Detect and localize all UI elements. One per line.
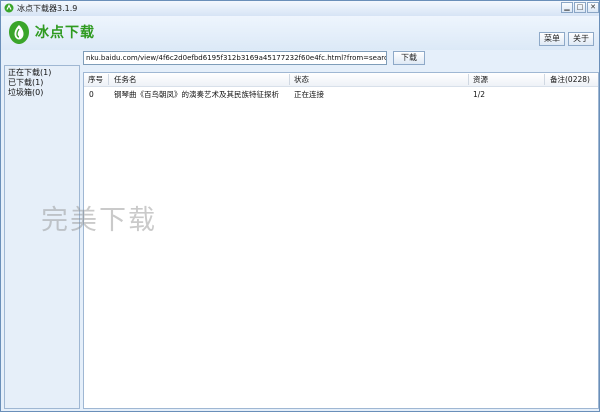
row-index: 0: [89, 90, 94, 99]
watermark: 完美下载: [41, 205, 157, 236]
maximize-button[interactable]: □: [574, 2, 586, 13]
row-resource: 1/2: [473, 90, 486, 99]
column-header-note[interactable]: 备注(0228): [550, 75, 590, 84]
download-button[interactable]: 下载: [393, 51, 425, 65]
brand-name: 冰点下载: [35, 25, 95, 41]
title-bar[interactable]: 冰点下载器3.1.9 ▁ □ ✕: [1, 1, 599, 17]
column-divider: [108, 74, 109, 85]
row-status: 正在连接: [294, 90, 324, 99]
column-header-resource[interactable]: 资源: [473, 75, 488, 84]
close-button[interactable]: ✕: [587, 2, 599, 13]
column-divider: [468, 74, 469, 85]
sidebar-item-downloaded[interactable]: 已下载(1): [8, 78, 43, 88]
app-window: 冰点下载器3.1.9 ▁ □ ✕ 冰点下载 菜单 关于 nku.baidu.co…: [0, 0, 600, 412]
table-header: 序号 任务名 状态 资源 备注(0228): [84, 73, 598, 87]
close-icon: ✕: [590, 3, 596, 11]
sidebar-item-downloading[interactable]: 正在下载(1): [8, 68, 51, 78]
sidebar-item-trash[interactable]: 垃圾箱(0): [8, 88, 43, 98]
url-input[interactable]: nku.baidu.com/view/4f6c2d0efbd6195f312b3…: [83, 51, 387, 65]
row-task-name: 钢琴曲《百鸟朝凤》的演奏艺术及其民族特征探析: [114, 90, 279, 99]
column-divider: [289, 74, 290, 85]
header-bar: 冰点下载 菜单 关于: [1, 16, 599, 50]
minimize-button[interactable]: ▁: [561, 2, 573, 13]
column-divider: [544, 74, 545, 85]
minimize-icon: ▁: [564, 3, 570, 11]
app-logo-icon: [4, 3, 14, 13]
column-header-task[interactable]: 任务名: [114, 75, 137, 84]
brand-logo-icon: [9, 21, 29, 44]
about-button[interactable]: 关于: [568, 32, 594, 46]
column-header-status[interactable]: 状态: [294, 75, 309, 84]
maximize-icon: □: [576, 3, 584, 11]
sidebar: 正在下载(1) 已下载(1) 垃圾箱(0): [4, 65, 80, 409]
column-header-index[interactable]: 序号: [88, 75, 103, 84]
task-table: 序号 任务名 状态 资源 备注(0228) 0 钢琴曲《百鸟朝凤》的演奏艺术及其…: [83, 72, 599, 409]
menu-button[interactable]: 菜单: [539, 32, 565, 46]
window-title: 冰点下载器3.1.9: [17, 4, 78, 13]
